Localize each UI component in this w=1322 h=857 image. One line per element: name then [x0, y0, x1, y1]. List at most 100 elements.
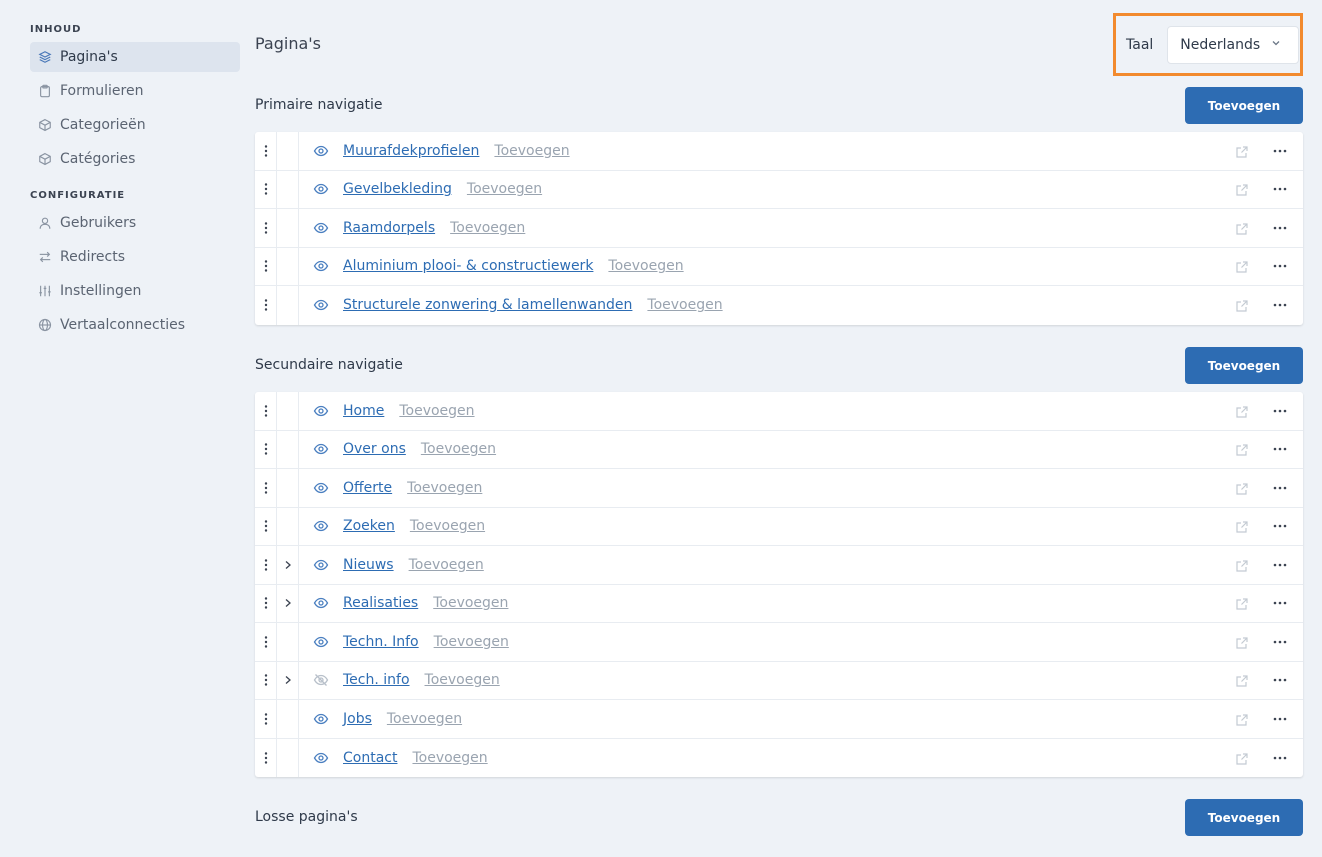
more-options-icon[interactable]	[1273, 442, 1287, 456]
page-link[interactable]: Jobs	[343, 711, 372, 727]
external-link-icon[interactable]	[1235, 182, 1249, 196]
external-link-icon[interactable]	[1235, 712, 1249, 726]
external-link-icon[interactable]	[1235, 751, 1249, 765]
visibility-toggle[interactable]	[313, 143, 329, 159]
page-link[interactable]: Aluminium plooi- & constructiewerk	[343, 258, 593, 274]
visibility-toggle[interactable]	[313, 220, 329, 236]
external-link-icon[interactable]	[1235, 221, 1249, 235]
visibility-toggle[interactable]	[313, 711, 329, 727]
add-subpage-link[interactable]: Toevoegen	[410, 518, 485, 534]
expand-toggle[interactable]	[277, 584, 299, 622]
visibility-toggle[interactable]	[313, 258, 329, 274]
external-link-icon[interactable]	[1235, 673, 1249, 687]
add-subpage-link[interactable]: Toevoegen	[399, 403, 474, 419]
drag-handle[interactable]	[255, 661, 277, 699]
more-options-icon[interactable]	[1273, 558, 1287, 572]
external-link-icon[interactable]	[1235, 442, 1249, 456]
external-link-icon[interactable]	[1235, 259, 1249, 273]
external-link-icon[interactable]	[1235, 298, 1249, 312]
add-subpage-link[interactable]: Toevoegen	[434, 634, 509, 650]
page-link[interactable]: Contact	[343, 750, 397, 766]
page-link[interactable]: Tech. info	[343, 672, 410, 688]
drag-handle[interactable]	[255, 430, 277, 468]
drag-handle[interactable]	[255, 132, 277, 170]
more-options-icon[interactable]	[1273, 751, 1287, 765]
sidebar-item-vertaalconnecties[interactable]: Vertaalconnecties	[30, 310, 240, 340]
visibility-toggle[interactable]	[313, 595, 329, 611]
more-options-icon[interactable]	[1273, 259, 1287, 273]
add-subpage-link[interactable]: Toevoegen	[608, 258, 683, 274]
visibility-toggle[interactable]	[313, 181, 329, 197]
page-link[interactable]: Gevelbekleding	[343, 181, 452, 197]
add-subpage-link[interactable]: Toevoegen	[425, 672, 500, 688]
external-link-icon[interactable]	[1235, 404, 1249, 418]
drag-handle[interactable]	[255, 392, 277, 430]
page-link[interactable]: Offerte	[343, 480, 392, 496]
external-link-icon[interactable]	[1235, 144, 1249, 158]
drag-handle[interactable]	[255, 469, 277, 507]
add-subpage-link[interactable]: Toevoegen	[421, 441, 496, 457]
sidebar-item-instellingen[interactable]: Instellingen	[30, 276, 240, 306]
page-link[interactable]: Structurele zonwering & lamellenwanden	[343, 297, 632, 313]
expand-toggle[interactable]	[277, 661, 299, 699]
drag-handle[interactable]	[255, 286, 277, 325]
drag-handle[interactable]	[255, 507, 277, 545]
drag-handle[interactable]	[255, 700, 277, 738]
more-options-icon[interactable]	[1273, 635, 1287, 649]
sidebar-item-formulieren[interactable]: Formulieren	[30, 76, 240, 106]
visibility-toggle[interactable]	[313, 557, 329, 573]
sidebar-item-categories[interactable]: Catégories	[30, 144, 240, 174]
more-options-icon[interactable]	[1273, 596, 1287, 610]
language-select[interactable]: Nederlands	[1167, 25, 1300, 64]
drag-handle[interactable]	[255, 738, 277, 777]
more-options-icon[interactable]	[1273, 221, 1287, 235]
page-link[interactable]: Raamdorpels	[343, 220, 435, 236]
visibility-toggle[interactable]	[313, 441, 329, 457]
add-subpage-link[interactable]: Toevoegen	[433, 595, 508, 611]
external-link-icon[interactable]	[1235, 558, 1249, 572]
more-options-icon[interactable]	[1273, 144, 1287, 158]
visibility-toggle[interactable]	[313, 403, 329, 419]
page-link[interactable]: Muurafdekprofielen	[343, 143, 479, 159]
sidebar-item-redirects[interactable]: Redirects	[30, 242, 240, 272]
add-primary-button[interactable]: Toevoegen	[1185, 87, 1303, 124]
add-subpage-link[interactable]: Toevoegen	[387, 711, 462, 727]
more-options-icon[interactable]	[1273, 298, 1287, 312]
add-loose-pages-button[interactable]: Toevoegen	[1185, 799, 1303, 836]
more-options-icon[interactable]	[1273, 404, 1287, 418]
visibility-toggle[interactable]	[313, 518, 329, 534]
drag-handle[interactable]	[255, 170, 277, 208]
add-subpage-link[interactable]: Toevoegen	[647, 297, 722, 313]
add-subpage-link[interactable]: Toevoegen	[407, 480, 482, 496]
page-link[interactable]: Zoeken	[343, 518, 395, 534]
external-link-icon[interactable]	[1235, 596, 1249, 610]
add-subpage-link[interactable]: Toevoegen	[467, 181, 542, 197]
add-secondary-button[interactable]: Toevoegen	[1185, 347, 1303, 384]
sidebar-item-gebruikers[interactable]: Gebruikers	[30, 208, 240, 238]
more-options-icon[interactable]	[1273, 481, 1287, 495]
add-subpage-link[interactable]: Toevoegen	[494, 143, 569, 159]
external-link-icon[interactable]	[1235, 481, 1249, 495]
sidebar-item-categorieen[interactable]: Categorieën	[30, 110, 240, 140]
drag-handle[interactable]	[255, 623, 277, 661]
more-options-icon[interactable]	[1273, 673, 1287, 687]
more-options-icon[interactable]	[1273, 182, 1287, 196]
page-link[interactable]: Techn. Info	[343, 634, 419, 650]
visibility-toggle[interactable]	[313, 750, 329, 766]
more-options-icon[interactable]	[1273, 712, 1287, 726]
drag-handle[interactable]	[255, 247, 277, 285]
visibility-toggle[interactable]	[313, 672, 329, 688]
drag-handle[interactable]	[255, 584, 277, 622]
expand-toggle[interactable]	[277, 546, 299, 584]
add-subpage-link[interactable]: Toevoegen	[450, 220, 525, 236]
more-options-icon[interactable]	[1273, 519, 1287, 533]
page-link[interactable]: Home	[343, 403, 384, 419]
external-link-icon[interactable]	[1235, 635, 1249, 649]
visibility-toggle[interactable]	[313, 634, 329, 650]
sidebar-item-paginas[interactable]: Pagina's	[30, 42, 240, 72]
drag-handle[interactable]	[255, 209, 277, 247]
visibility-toggle[interactable]	[313, 480, 329, 496]
page-link[interactable]: Nieuws	[343, 557, 394, 573]
add-subpage-link[interactable]: Toevoegen	[409, 557, 484, 573]
page-link[interactable]: Over ons	[343, 441, 406, 457]
